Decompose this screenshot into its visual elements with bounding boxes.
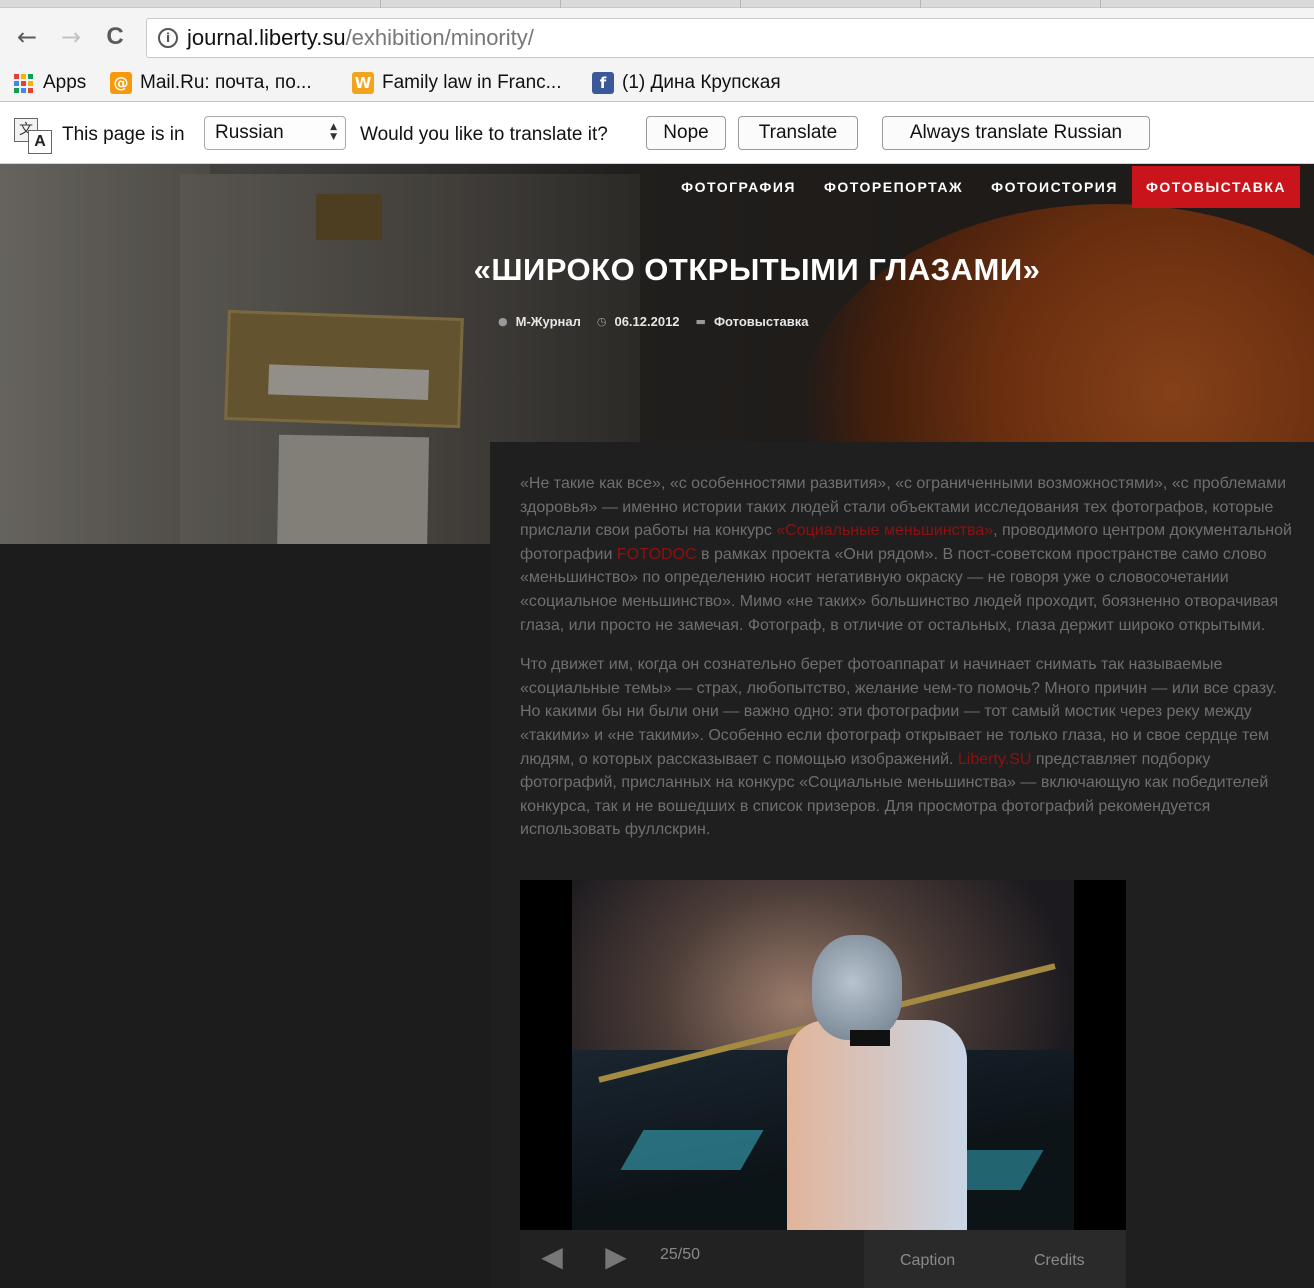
bookmark-label: Apps [43, 72, 87, 93]
translate-icon: 文A [14, 118, 54, 154]
article-content: «Не такие как все», «с особенностями раз… [490, 442, 1314, 1288]
gallery-controls: ◀ ▶ 25/50 Caption Credits [520, 1230, 1126, 1288]
gallery-photo[interactable] [572, 880, 1074, 1230]
info-icon[interactable]: i [158, 28, 178, 48]
translate-intro: This page is in [62, 124, 185, 145]
url-text[interactable]: journal.liberty.su/exhibition/minority/ [187, 25, 534, 51]
facebook-icon: f [592, 72, 614, 94]
bookmark-family-law[interactable]: W Family law in Franc... [352, 70, 561, 96]
contest-link[interactable]: «Социальные меньшинства» [776, 522, 993, 539]
article-title: «ШИРОКО ОТКРЫТЫМИ ГЛАЗАМИ» [473, 252, 1041, 287]
select-arrows-icon: ▲ ▼ [330, 122, 337, 142]
prev-arrow-icon[interactable]: ◀ [534, 1242, 570, 1272]
translate-question: Would you like to translate it? [360, 124, 608, 145]
reload-button[interactable]: C [100, 22, 130, 52]
menu-item-photography[interactable]: ФОТОГРАФИЯ [667, 166, 810, 208]
forward-button[interactable]: → [56, 22, 86, 52]
url-path: /exhibition/minority/ [345, 25, 534, 50]
user-icon: ● [498, 315, 508, 328]
translate-bar: 文A This page is in Russian ▲ ▼ Would you … [0, 102, 1314, 164]
gallery-counter: 25/50 [660, 1246, 701, 1263]
mailru-icon: @ [110, 72, 132, 94]
bookmark-mailru[interactable]: @ Mail.Ru: почта, по... [110, 70, 312, 96]
paragraph-2: Что движет им, когда он сознательно бере… [520, 653, 1296, 842]
liberty-link[interactable]: Liberty.SU [958, 751, 1032, 768]
main-menu: ФОТОГРАФИЯ ФОТОРЕПОРТАЖ ФОТОИСТОРИЯ ФОТО… [667, 166, 1300, 208]
folder-icon: ▬ [695, 315, 706, 328]
photo-gallery: ◀ ▶ 25/50 Caption Credits [520, 880, 1126, 1288]
bookmark-label: (1) Дина Крупская [622, 72, 781, 93]
web-page: ФОТОГРАФИЯ ФОТОРЕПОРТАЖ ФОТОИСТОРИЯ ФОТО… [0, 164, 1314, 1288]
url-host: journal.liberty.su [187, 25, 346, 50]
clock-icon: ◷ [596, 315, 607, 328]
paragraph-1: «Не такие как все», «с особенностями раз… [520, 472, 1296, 637]
article-date: 06.12.2012 [614, 314, 680, 329]
article-author[interactable]: М-Журнал [516, 314, 581, 329]
bookmark-apps[interactable]: Apps [14, 70, 86, 96]
menu-item-photostory[interactable]: ФОТОИСТОРИЯ [977, 166, 1132, 208]
tab-strip [0, 0, 1314, 8]
bookmark-label: Mail.Ru: почта, по... [140, 72, 312, 93]
w-icon: W [352, 72, 374, 94]
credits-button[interactable]: Credits [1034, 1252, 1085, 1270]
nope-button[interactable]: Nope [646, 116, 726, 150]
address-bar[interactable]: i journal.liberty.su/exhibition/minority… [146, 18, 1314, 58]
fotodoc-link[interactable]: FOTODOC [617, 546, 697, 563]
menu-item-exhibition[interactable]: ФОТОВЫСТАВКА [1131, 166, 1300, 208]
bookmarks-bar: Apps @ Mail.Ru: почта, по... W Family la… [0, 64, 1314, 102]
language-value: Russian [215, 122, 284, 143]
caption-button[interactable]: Caption [900, 1252, 955, 1270]
article-body: «Не такие как все», «с особенностями раз… [520, 472, 1296, 858]
menu-item-photoreport[interactable]: ФОТОРЕПОРТАЖ [810, 166, 977, 208]
bookmark-facebook[interactable]: f (1) Дина Крупская [592, 70, 781, 96]
browser-toolbar: ← → C i journal.liberty.su/exhibition/mi… [0, 8, 1314, 64]
apps-grid-icon [14, 73, 33, 93]
next-arrow-icon[interactable]: ▶ [598, 1242, 634, 1272]
translate-button[interactable]: Translate [738, 116, 858, 150]
article-meta: ● М-Журнал ◷ 06.12.2012 ▬ Фотовыставка [498, 314, 808, 329]
bookmark-label: Family law in Franc... [382, 72, 562, 93]
article-category[interactable]: Фотовыставка [714, 314, 809, 329]
language-select[interactable]: Russian ▲ ▼ [204, 116, 346, 150]
back-button[interactable]: ← [12, 22, 42, 52]
always-translate-button[interactable]: Always translate Russian [882, 116, 1150, 150]
